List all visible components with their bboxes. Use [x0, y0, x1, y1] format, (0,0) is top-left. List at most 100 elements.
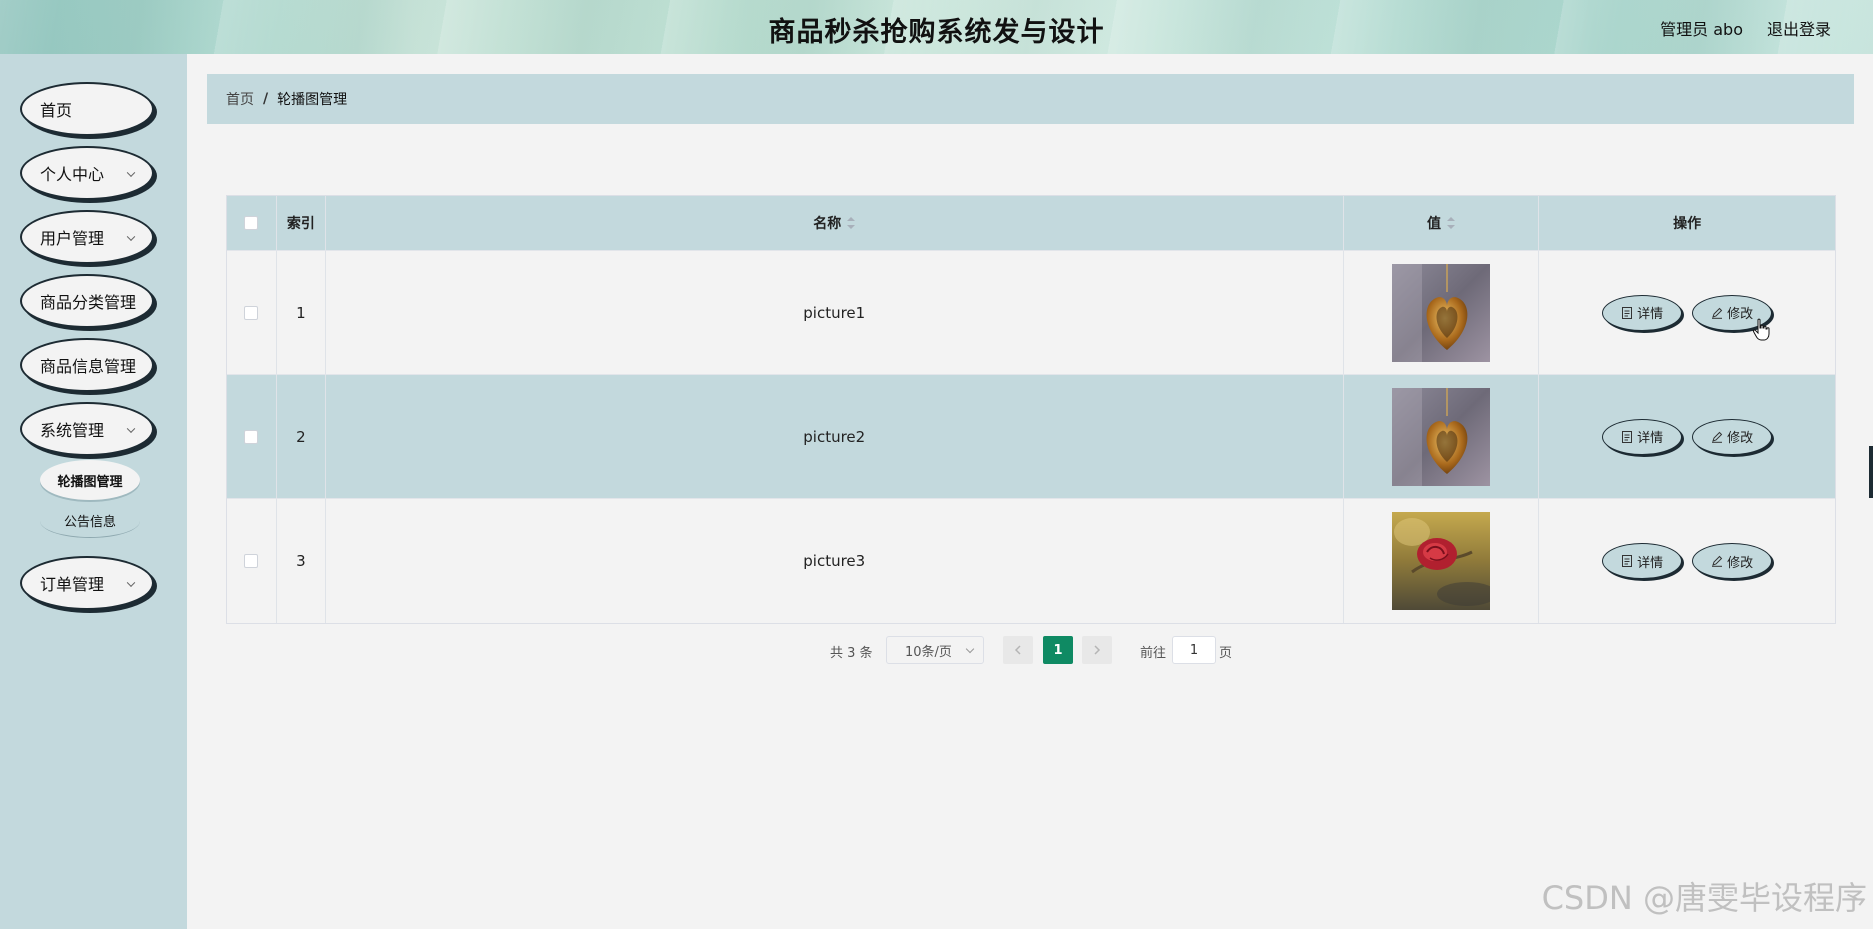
sidebar-subitem-carousel[interactable]: 轮播图管理 — [40, 460, 140, 500]
row-checkbox[interactable] — [244, 429, 259, 444]
sidebar-subitem-notice[interactable]: 公告信息 — [40, 504, 140, 538]
row-checkbox[interactable] — [244, 305, 259, 320]
breadcrumb-home[interactable]: 首页 — [226, 89, 254, 109]
top-header: 商品秒杀抢购系统发与设计 管理员 abo 退出登录 — [0, 0, 1873, 54]
chevron-left-icon — [1014, 645, 1021, 655]
row-checkbox[interactable] — [244, 554, 259, 568]
edit-icon — [1712, 555, 1723, 567]
chevron-down-icon — [126, 424, 136, 433]
row-value-cell — [1344, 251, 1540, 374]
row-check-cell — [227, 251, 277, 374]
gold-heart-pendant-image — [1391, 263, 1490, 362]
row-actions: 详情 修改 — [1539, 375, 1835, 498]
sidebar-item-label: 商品信息管理 — [40, 357, 137, 376]
sidebar-item-label: 商品分类管理 — [40, 293, 137, 312]
row-check-cell — [227, 375, 277, 498]
page-size-select[interactable]: 10条/页 — [886, 636, 984, 664]
column-header-name[interactable]: 名称 — [326, 196, 1344, 250]
watermark: CSDN @唐雯毕设程序 — [1541, 879, 1867, 917]
edit-icon — [1712, 431, 1723, 443]
chevron-down-icon — [126, 168, 136, 177]
scrollbar[interactable] — [1869, 446, 1873, 498]
sidebar: 首页 个人中心 用户管理 商品分类管理 商品信息管理 系统管理 轮播图管理 公告… — [0, 54, 187, 929]
column-header-value[interactable]: 值 — [1344, 196, 1540, 250]
column-header-ops: 操作 — [1539, 196, 1835, 250]
row-actions: 详情 修改 — [1539, 499, 1835, 623]
edit-button[interactable]: 修改 — [1692, 418, 1773, 455]
goto-label: 前往 — [1140, 646, 1167, 661]
row-index: 2 — [277, 375, 326, 498]
detail-button-label: 详情 — [1637, 307, 1664, 322]
row-name: picture1 — [326, 251, 1344, 374]
current-user: 管理员 abo — [1660, 20, 1743, 39]
total-count: 共 3 条 — [830, 646, 873, 661]
sidebar-item-user-management[interactable]: 用户管理 — [20, 210, 154, 264]
page-suffix: 页 — [1219, 646, 1233, 661]
sidebar-item-personal-center[interactable]: 个人中心 — [20, 146, 154, 200]
table-row: 2 picture2 详情 修改 — [227, 375, 1835, 499]
edit-icon — [1712, 307, 1723, 319]
row-actions: 详情 修改 — [1539, 251, 1835, 374]
breadcrumb-current: 轮播图管理 — [277, 92, 348, 108]
sidebar-item-label: 首页 — [40, 101, 73, 120]
chevron-down-icon — [965, 644, 975, 654]
document-icon — [1622, 555, 1633, 567]
sidebar-item-category-management[interactable]: 商品分类管理 — [20, 274, 154, 328]
prev-page-button[interactable] — [1003, 636, 1033, 664]
chevron-down-icon — [126, 232, 136, 241]
row-index: 3 — [277, 499, 326, 623]
sort-icon[interactable] — [847, 217, 856, 229]
sidebar-item-home[interactable]: 首页 — [20, 82, 154, 136]
detail-button-label: 详情 — [1637, 431, 1664, 446]
edit-button-label: 修改 — [1727, 431, 1754, 446]
table-row: 1 picture1 详情 修改 — [227, 251, 1835, 375]
row-name: picture3 — [326, 499, 1344, 623]
document-icon — [1622, 306, 1633, 319]
table-row: 3 picture3 详情 修改 — [227, 499, 1835, 623]
red-rose-image — [1391, 512, 1490, 610]
select-all-cell — [227, 196, 277, 250]
logout-link[interactable]: 退出登录 — [1767, 16, 1831, 40]
column-header-label: 操作 — [1673, 216, 1702, 232]
column-header-label: 值 — [1426, 216, 1441, 232]
edit-button[interactable]: 修改 — [1692, 543, 1773, 579]
row-check-cell — [227, 499, 277, 623]
edit-button-label: 修改 — [1727, 555, 1754, 571]
detail-button[interactable]: 详情 — [1602, 294, 1683, 331]
pagination: 共 3 条 10条/页 1 前往 页 — [0, 636, 1873, 664]
column-header-index: 索引 — [277, 196, 326, 250]
row-index: 1 — [277, 251, 326, 374]
select-all-checkbox[interactable] — [244, 216, 259, 230]
edit-button-label: 修改 — [1727, 307, 1754, 322]
sidebar-item-label: 用户管理 — [40, 229, 105, 248]
sidebar-item-label: 订单管理 — [40, 575, 105, 594]
row-value-cell — [1344, 499, 1540, 623]
sidebar-item-product-management[interactable]: 商品信息管理 — [20, 338, 154, 392]
column-header-label: 索引 — [286, 216, 315, 232]
detail-button[interactable]: 详情 — [1602, 543, 1683, 579]
next-page-button[interactable] — [1082, 636, 1112, 664]
page-number-current[interactable]: 1 — [1043, 636, 1073, 664]
page-size-label: 10条/页 — [905, 644, 952, 660]
chevron-right-icon — [1094, 645, 1101, 655]
sidebar-item-label: 系统管理 — [40, 421, 105, 440]
app-title: 商品秒杀抢购系统发与设计 — [768, 17, 1105, 48]
column-header-label: 名称 — [813, 216, 842, 232]
document-icon — [1622, 430, 1633, 443]
detail-button[interactable]: 详情 — [1602, 418, 1683, 455]
hand-pointer-icon — [1752, 318, 1770, 341]
breadcrumb-separator: / — [263, 91, 269, 107]
table-header-row: 索引 名称 值 操作 — [227, 196, 1835, 251]
breadcrumb: 首页 / 轮播图管理 — [207, 74, 1854, 124]
row-value-cell — [1344, 375, 1540, 498]
chevron-down-icon — [126, 578, 136, 587]
row-name: picture2 — [326, 375, 1344, 498]
sidebar-item-system-management[interactable]: 系统管理 — [20, 402, 154, 456]
goto-page-input[interactable] — [1172, 636, 1216, 664]
sidebar-item-label: 个人中心 — [40, 165, 105, 184]
carousel-table: 索引 名称 值 操作 1 picture1 详情 修改 2 picture2 详… — [226, 195, 1836, 624]
detail-button-label: 详情 — [1637, 555, 1664, 571]
sidebar-item-order-management[interactable]: 订单管理 — [20, 556, 154, 610]
sort-icon[interactable] — [1446, 217, 1455, 229]
gold-heart-pendant-image — [1391, 387, 1490, 486]
